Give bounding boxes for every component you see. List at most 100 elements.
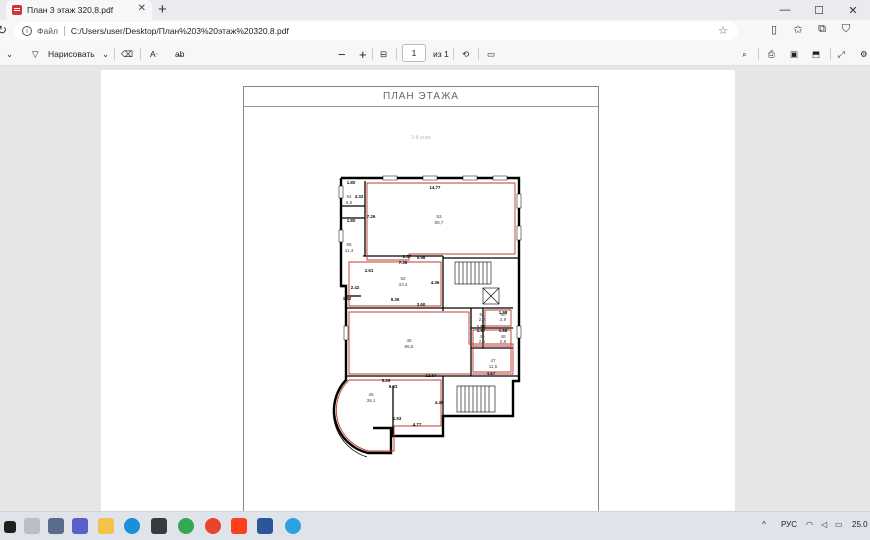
room-area: 33,4: [399, 282, 408, 287]
draw-icon[interactable]: ▽: [32, 46, 39, 62]
window-controls: — ☐ ✕: [768, 0, 870, 20]
volume-icon[interactable]: ◁: [821, 520, 827, 529]
room-number: 46: [406, 338, 412, 343]
draw-options-chevron-icon[interactable]: ⌄: [102, 46, 109, 62]
taskbar: ^ РУС ◠ ◁ ▭ 25.0: [0, 511, 870, 540]
pdf-file-icon: [12, 5, 22, 15]
maximize-button[interactable]: ☐: [802, 0, 836, 20]
page-number-input[interactable]: 1: [402, 44, 426, 62]
favorite-star-icon[interactable]: ☆: [718, 24, 728, 37]
clock[interactable]: 25.0: [852, 520, 868, 529]
rotate-icon[interactable]: ⟲: [462, 46, 469, 62]
battery-icon[interactable]: ▭: [835, 520, 843, 529]
new-tab-button[interactable]: +: [158, 1, 167, 18]
elevator-shaft: [482, 287, 500, 305]
room-area: 11,4: [345, 248, 354, 253]
chrome-icon[interactable]: [178, 518, 194, 534]
room-number: 53: [436, 214, 442, 219]
dimension-label: 1.52: [343, 296, 352, 301]
toolbar-divider: [478, 48, 479, 60]
info-icon[interactable]: i: [22, 26, 32, 36]
address-bar[interactable]: i Файл C:/Users/user/Desktop/План%203%20…: [14, 22, 738, 40]
room-number: 52: [400, 276, 406, 281]
dimension-label: 3.32: [355, 194, 364, 199]
toolbar-divider: [758, 48, 759, 60]
dimension-label: 2.57: [403, 254, 412, 259]
search-icon[interactable]: ⌕: [742, 46, 747, 62]
dimension-label: 4.36: [431, 280, 440, 285]
toolbar-divider: [372, 48, 373, 60]
dimension-label: 1.97: [477, 328, 486, 333]
toolbar-divider: [114, 48, 115, 60]
dimension-label: 1.98: [499, 310, 508, 315]
fit-page-icon[interactable]: ⊟: [380, 46, 387, 62]
dimension-label: 1.98: [499, 328, 508, 333]
task-view-icon[interactable]: [24, 518, 40, 534]
collections-icon[interactable]: ⧉: [810, 23, 834, 36]
tab-close-icon[interactable]: ✕: [138, 3, 146, 14]
browser-action-icons: ▯ ✩ ⧉ ⛉: [762, 23, 858, 36]
address-bar-row: ↻ i Файл C:/Users/user/Desktop/План%203%…: [0, 20, 870, 42]
url-divider: [63, 26, 65, 36]
url-scheme: Файл: [37, 26, 58, 36]
page-total: из 1: [433, 49, 449, 59]
dimension-label: 9.35: [391, 297, 400, 302]
tab-pdf[interactable]: План 3 этаж 320,8.pdf ✕: [6, 0, 152, 20]
toolbar-divider: [140, 48, 141, 60]
toolbar-divider: [830, 48, 831, 60]
telegram-icon[interactable]: [285, 518, 301, 534]
save-icon[interactable]: ▣: [790, 46, 798, 62]
dimension-label: 2.61: [365, 268, 374, 273]
tab-strip: План 3 этаж 320,8.pdf ✕ + — ☐ ✕: [0, 0, 870, 20]
room-area: 2,9: [500, 339, 507, 344]
room-area: 85,5: [405, 344, 414, 349]
tab-title: План 3 этаж 320,8.pdf: [27, 5, 114, 15]
zoom-in-icon[interactable]: +: [359, 46, 367, 62]
extension-icon[interactable]: ⛉: [834, 23, 858, 36]
settings-gear-icon[interactable]: ⚙: [860, 46, 868, 62]
dimension-label: 1.80: [347, 180, 356, 185]
minimize-button[interactable]: —: [768, 0, 802, 20]
toolbar-divider: [396, 48, 397, 60]
page-view-icon[interactable]: ▭: [487, 46, 495, 62]
save-as-icon[interactable]: ⬒: [812, 46, 820, 62]
text-options-icon[interactable]: a̶b: [175, 46, 184, 62]
close-window-button[interactable]: ✕: [836, 0, 870, 20]
draw-button[interactable]: Нарисовать: [48, 46, 95, 62]
read-aloud-icon[interactable]: Aᐧ: [150, 46, 158, 62]
eraser-icon[interactable]: ⌫: [121, 46, 133, 62]
dimension-label: 4.67: [487, 371, 496, 376]
fullscreen-icon[interactable]: ⤢: [838, 46, 845, 62]
yandex-icon[interactable]: [231, 518, 247, 534]
widgets-icon[interactable]: [48, 518, 64, 534]
reload-icon[interactable]: ↻: [0, 23, 7, 37]
room-number: 54: [346, 194, 352, 199]
store-icon[interactable]: [151, 518, 167, 534]
language-indicator[interactable]: РУС: [781, 520, 797, 529]
yandex-browser-icon[interactable]: [205, 518, 221, 534]
dimension-label: 7.36: [399, 260, 408, 265]
room-area: 2,9: [479, 339, 486, 344]
tray-chevron-icon[interactable]: ^: [762, 520, 766, 529]
pdf-toolbar: ⌄ ▽ Нарисовать ⌄ ⌫ Aᐧ a̶b − + ⊟ 1 из 1 ⟲…: [0, 42, 870, 66]
dimension-label: 5.26: [382, 378, 391, 383]
url-path[interactable]: C:/Users/user/Desktop/План%203%20этаж%20…: [71, 26, 289, 36]
split-screen-icon[interactable]: ▯: [762, 23, 786, 36]
dimension-label: 14.77: [430, 185, 442, 190]
room-area: 11,5: [489, 364, 498, 369]
wifi-icon[interactable]: ◠: [806, 520, 813, 529]
start-icon[interactable]: [4, 521, 16, 533]
file-explorer-icon[interactable]: [98, 518, 114, 534]
chevron-down-icon[interactable]: ⌄: [6, 46, 13, 62]
word-icon[interactable]: [257, 518, 273, 534]
room-outlines: [335, 182, 516, 452]
floor-plan-drawing: 53 86,7 52 33,4 46 85,5 45 38,1 47 11,5 …: [332, 175, 522, 458]
edge-icon[interactable]: [124, 518, 140, 534]
zoom-out-icon[interactable]: −: [338, 46, 346, 62]
favorites-icon[interactable]: ✩: [786, 23, 810, 36]
print-icon[interactable]: ⎙: [768, 46, 775, 62]
teams-icon[interactable]: [72, 518, 88, 534]
room-area: 6,5: [346, 200, 353, 205]
room-number: 45: [368, 392, 374, 397]
dimension-label: 0.98: [417, 255, 426, 260]
